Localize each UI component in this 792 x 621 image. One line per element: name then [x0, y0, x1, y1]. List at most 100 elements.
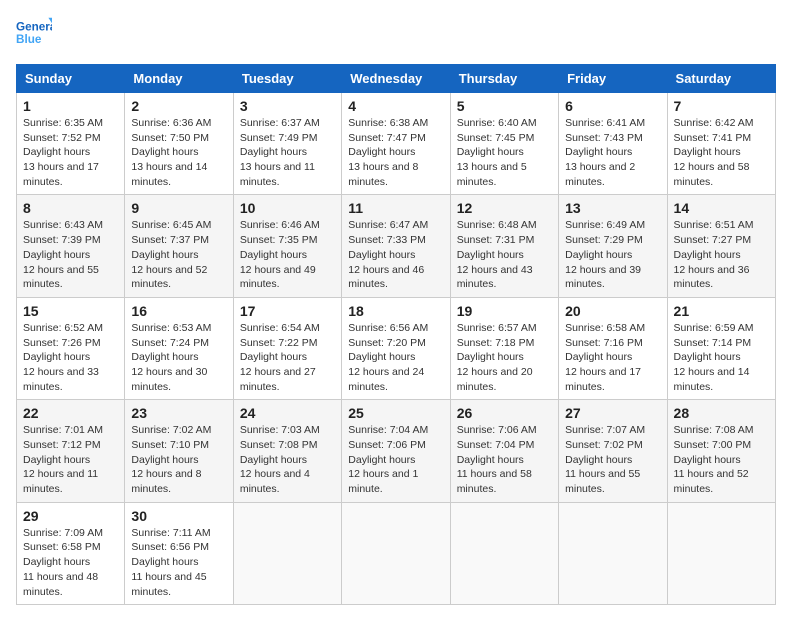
day-number: 11 — [348, 200, 443, 216]
day-info: Sunrise: 6:53 AMSunset: 7:24 PMDaylight … — [131, 321, 226, 394]
day-number: 20 — [565, 303, 660, 319]
day-info: Sunrise: 7:06 AMSunset: 7:04 PMDaylight … — [457, 423, 552, 496]
day-info: Sunrise: 6:35 AMSunset: 7:52 PMDaylight … — [23, 116, 118, 189]
calendar-cell: 7 Sunrise: 6:42 AMSunset: 7:41 PMDaylight… — [667, 93, 775, 195]
weekday-friday: Friday — [559, 65, 667, 93]
calendar-cell: 11 Sunrise: 6:47 AMSunset: 7:33 PMDayligh… — [342, 195, 450, 297]
day-number: 22 — [23, 405, 118, 421]
calendar-cell: 21Sunrise: 6:59 AMSunset: 7:14 PMDayligh… — [667, 297, 775, 399]
calendar-cell: 18Sunrise: 6:56 AMSunset: 7:20 PMDayligh… — [342, 297, 450, 399]
day-number: 16 — [131, 303, 226, 319]
calendar-cell — [667, 502, 775, 604]
calendar-cell: 19Sunrise: 6:57 AMSunset: 7:18 PMDayligh… — [450, 297, 558, 399]
day-info: Sunrise: 6:42 AMSunset: 7:41 PMDaylight … — [674, 116, 769, 189]
day-number: 23 — [131, 405, 226, 421]
day-info: Sunrise: 7:08 AMSunset: 7:00 PMDaylight … — [674, 423, 769, 496]
day-number: 27 — [565, 405, 660, 421]
calendar-cell — [233, 502, 341, 604]
day-number: 13 — [565, 200, 660, 216]
logo: General Blue — [16, 16, 52, 52]
day-info: Sunrise: 6:51 AMSunset: 7:27 PMDaylight … — [674, 218, 769, 291]
calendar-cell: 1 Sunrise: 6:35 AMSunset: 7:52 PMDaylight… — [17, 93, 125, 195]
calendar-cell: 8Sunrise: 6:43 AMSunset: 7:39 PMDaylight… — [17, 195, 125, 297]
day-info: Sunrise: 6:41 AMSunset: 7:43 PMDaylight … — [565, 116, 660, 189]
day-number: 3 — [240, 98, 335, 114]
weekday-wednesday: Wednesday — [342, 65, 450, 93]
day-info: Sunrise: 7:04 AMSunset: 7:06 PMDaylight … — [348, 423, 443, 496]
calendar-cell: 9 Sunrise: 6:45 AMSunset: 7:37 PMDaylight… — [125, 195, 233, 297]
calendar-cell: 29 Sunrise: 7:09 AMSunset: 6:58 PMDayligh… — [17, 502, 125, 604]
calendar-cell: 27Sunrise: 7:07 AMSunset: 7:02 PMDayligh… — [559, 400, 667, 502]
day-number: 2 — [131, 98, 226, 114]
day-number: 19 — [457, 303, 552, 319]
day-number: 30 — [131, 508, 226, 524]
day-info: Sunrise: 6:46 AMSunset: 7:35 PMDaylight … — [240, 218, 335, 291]
calendar-cell: 26 Sunrise: 7:06 AMSunset: 7:04 PMDayligh… — [450, 400, 558, 502]
weekday-saturday: Saturday — [667, 65, 775, 93]
day-info: Sunrise: 6:47 AMSunset: 7:33 PMDaylight … — [348, 218, 443, 291]
day-info: Sunrise: 7:03 AMSunset: 7:08 PMDaylight … — [240, 423, 335, 496]
day-number: 7 — [674, 98, 769, 114]
svg-text:General: General — [16, 20, 52, 33]
day-info: Sunrise: 6:59 AMSunset: 7:14 PMDaylight … — [674, 321, 769, 394]
day-info: Sunrise: 6:58 AMSunset: 7:16 PMDaylight … — [565, 321, 660, 394]
day-info: Sunrise: 7:02 AMSunset: 7:10 PMDaylight … — [131, 423, 226, 496]
calendar-cell: 28 Sunrise: 7:08 AMSunset: 7:00 PMDayligh… — [667, 400, 775, 502]
calendar-cell: 17 Sunrise: 6:54 AMSunset: 7:22 PMDayligh… — [233, 297, 341, 399]
day-info: Sunrise: 7:09 AMSunset: 6:58 PMDaylight … — [23, 526, 118, 599]
calendar-cell: 3 Sunrise: 6:37 AMSunset: 7:49 PMDaylight… — [233, 93, 341, 195]
day-number: 4 — [348, 98, 443, 114]
day-number: 28 — [674, 405, 769, 421]
calendar-week-3: 15Sunrise: 6:52 AMSunset: 7:26 PMDayligh… — [17, 297, 776, 399]
calendar-cell: 24 Sunrise: 7:03 AMSunset: 7:08 PMDayligh… — [233, 400, 341, 502]
calendar-cell — [450, 502, 558, 604]
calendar-cell: 14 Sunrise: 6:51 AMSunset: 7:27 PMDayligh… — [667, 195, 775, 297]
calendar-cell: 12Sunrise: 6:48 AMSunset: 7:31 PMDayligh… — [450, 195, 558, 297]
calendar-table: SundayMondayTuesdayWednesdayThursdayFrid… — [16, 64, 776, 605]
day-info: Sunrise: 6:36 AMSunset: 7:50 PMDaylight … — [131, 116, 226, 189]
day-number: 17 — [240, 303, 335, 319]
calendar-cell: 16 Sunrise: 6:53 AMSunset: 7:24 PMDayligh… — [125, 297, 233, 399]
weekday-tuesday: Tuesday — [233, 65, 341, 93]
weekday-sunday: Sunday — [17, 65, 125, 93]
calendar-cell: 15Sunrise: 6:52 AMSunset: 7:26 PMDayligh… — [17, 297, 125, 399]
day-number: 25 — [348, 405, 443, 421]
calendar-body: 1 Sunrise: 6:35 AMSunset: 7:52 PMDaylight… — [17, 93, 776, 605]
calendar-cell: 20 Sunrise: 6:58 AMSunset: 7:16 PMDayligh… — [559, 297, 667, 399]
day-info: Sunrise: 6:37 AMSunset: 7:49 PMDaylight … — [240, 116, 335, 189]
calendar-week-2: 8Sunrise: 6:43 AMSunset: 7:39 PMDaylight… — [17, 195, 776, 297]
day-number: 24 — [240, 405, 335, 421]
calendar-cell: 2 Sunrise: 6:36 AMSunset: 7:50 PMDaylight… — [125, 93, 233, 195]
day-info: Sunrise: 6:43 AMSunset: 7:39 PMDaylight … — [23, 218, 118, 291]
calendar-week-1: 1 Sunrise: 6:35 AMSunset: 7:52 PMDaylight… — [17, 93, 776, 195]
page-header: General Blue — [16, 16, 776, 52]
weekday-thursday: Thursday — [450, 65, 558, 93]
logo-icon: General Blue — [16, 16, 52, 52]
calendar-cell: 6 Sunrise: 6:41 AMSunset: 7:43 PMDaylight… — [559, 93, 667, 195]
day-info: Sunrise: 6:52 AMSunset: 7:26 PMDaylight … — [23, 321, 118, 394]
day-number: 29 — [23, 508, 118, 524]
day-number: 26 — [457, 405, 552, 421]
day-info: Sunrise: 6:45 AMSunset: 7:37 PMDaylight … — [131, 218, 226, 291]
day-number: 5 — [457, 98, 552, 114]
day-info: Sunrise: 6:54 AMSunset: 7:22 PMDaylight … — [240, 321, 335, 394]
calendar-cell: 22Sunrise: 7:01 AMSunset: 7:12 PMDayligh… — [17, 400, 125, 502]
calendar-cell: 4 Sunrise: 6:38 AMSunset: 7:47 PMDaylight… — [342, 93, 450, 195]
weekday-header-row: SundayMondayTuesdayWednesdayThursdayFrid… — [17, 65, 776, 93]
day-number: 12 — [457, 200, 552, 216]
svg-text:Blue: Blue — [16, 33, 42, 46]
calendar-cell: 23 Sunrise: 7:02 AMSunset: 7:10 PMDayligh… — [125, 400, 233, 502]
day-number: 9 — [131, 200, 226, 216]
day-number: 6 — [565, 98, 660, 114]
day-info: Sunrise: 6:40 AMSunset: 7:45 PMDaylight … — [457, 116, 552, 189]
calendar-cell — [342, 502, 450, 604]
day-number: 10 — [240, 200, 335, 216]
day-number: 1 — [23, 98, 118, 114]
weekday-monday: Monday — [125, 65, 233, 93]
calendar-cell: 13 Sunrise: 6:49 AMSunset: 7:29 PMDayligh… — [559, 195, 667, 297]
calendar-cell: 5 Sunrise: 6:40 AMSunset: 7:45 PMDaylight… — [450, 93, 558, 195]
calendar-cell: 30Sunrise: 7:11 AMSunset: 6:56 PMDayligh… — [125, 502, 233, 604]
day-info: Sunrise: 6:49 AMSunset: 7:29 PMDaylight … — [565, 218, 660, 291]
day-info: Sunrise: 6:38 AMSunset: 7:47 PMDaylight … — [348, 116, 443, 189]
day-number: 14 — [674, 200, 769, 216]
